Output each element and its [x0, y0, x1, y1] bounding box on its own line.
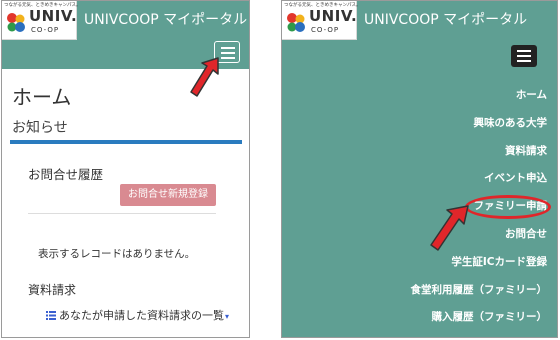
nav-item-purchase-history[interactable]: 購入履歴（ファミリー） — [411, 310, 548, 337]
logo-mark-icon — [287, 13, 305, 32]
inquiry-divider — [28, 213, 216, 214]
red-arrow-annotation-left — [190, 57, 219, 97]
logo-mark-icon — [7, 13, 25, 32]
hamburger-icon — [221, 47, 235, 49]
logo-sub-wordmark: CO-OP — [311, 26, 340, 34]
document-request-link-text: あなたが申請した資料請求の一覧 — [59, 309, 224, 322]
nav-item-cafeteria-history[interactable]: 食堂利用履歴（ファミリー） — [411, 283, 548, 311]
red-arrow-annotation-right — [430, 205, 469, 251]
chevron-down-icon: ▾ — [225, 312, 230, 321]
app-title: UNIVCOOP マイポータル — [364, 12, 528, 28]
app-header-menu-open: つながる元気、ときめきキャンパス。 UNIV. CO-OP UNIVCOOP マ… — [282, 1, 557, 69]
logo-sub-wordmark: CO-OP — [31, 26, 60, 34]
inquiry-history-heading: お問合せ履歴 — [28, 167, 104, 182]
hamburger-icon — [517, 50, 531, 52]
nav-item-document-request[interactable]: 資料請求 — [411, 144, 547, 172]
menu-toggle-button-active[interactable] — [511, 45, 537, 67]
nav-item-home[interactable]: ホーム — [411, 88, 547, 116]
logo-wordmark: UNIV. — [309, 7, 358, 25]
right-screen: つながる元気、ときめきキャンパス。 UNIV. CO-OP UNIVCOOP マ… — [281, 0, 558, 338]
document-request-heading: 資料請求 — [28, 283, 77, 297]
logo-wordmark: UNIV. — [29, 7, 78, 25]
app-title: UNIVCOOP マイポータル — [84, 12, 248, 28]
univcoop-logo-menu-open[interactable]: つながる元気、ときめきキャンパス。 UNIV. CO-OP — [282, 1, 361, 40]
section-divider — [10, 140, 242, 144]
hamburger-icon-bar — [221, 57, 235, 59]
left-screen: つながる元気、ときめきキャンパス。 UNIV. CO-OP UNIVCOOP マ… — [1, 0, 250, 338]
document-request-list-link[interactable]: あなたが申請した資料請求の一覧▾ — [46, 308, 236, 325]
hamburger-icon-bar — [221, 52, 235, 54]
notice-section-title: お知らせ — [12, 120, 68, 136]
new-inquiry-button[interactable]: お問合せ新規登録 — [120, 184, 216, 206]
nav-item-interested-universities[interactable]: 興味のある大学 — [411, 116, 548, 144]
nav-item-event-application[interactable]: イベント申込 — [411, 171, 547, 199]
univcoop-logo[interactable]: つながる元気、ときめきキャンパス。 UNIV. CO-OP — [2, 1, 81, 40]
nav-item-student-id-card[interactable]: 学生証ICカード登録 — [411, 255, 547, 283]
empty-records-message: 表示するレコードはありません。 — [38, 248, 196, 260]
page-title: ホーム — [12, 85, 72, 109]
hamburger-icon-bar — [517, 60, 531, 62]
list-icon — [46, 311, 56, 320]
hamburger-icon-bar — [517, 55, 531, 57]
